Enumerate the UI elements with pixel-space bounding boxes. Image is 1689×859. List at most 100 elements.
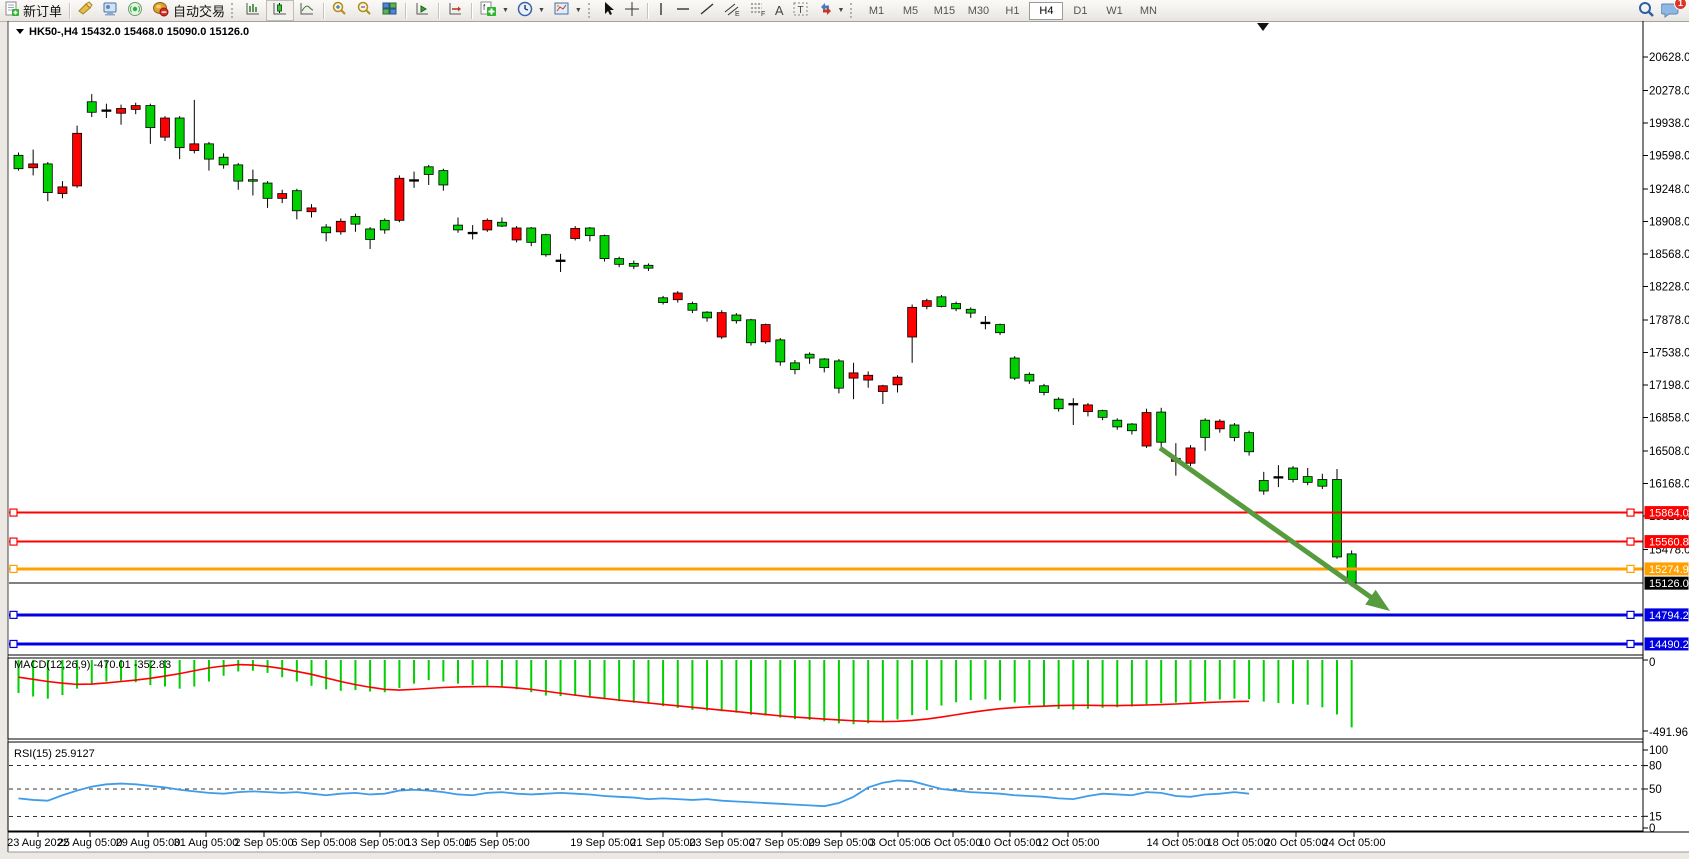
tile-windows-button[interactable] bbox=[377, 1, 402, 20]
history-center-button[interactable] bbox=[73, 1, 98, 20]
text-icon: A bbox=[775, 3, 784, 18]
candlestick bbox=[556, 260, 565, 262]
rsi-axis-label: 100 bbox=[1649, 745, 1668, 757]
price-axis-label: 16168.0 bbox=[1649, 479, 1689, 491]
autotrading-icon bbox=[152, 1, 170, 20]
tab-timeframe-w1[interactable]: W1 bbox=[1097, 2, 1131, 20]
date-axis-label: 23 Sep 05:00 bbox=[689, 837, 754, 849]
price-axis-label: 19598.0 bbox=[1649, 150, 1689, 162]
chart-window[interactable]: 20628.020278.019938.019598.019248.018908… bbox=[0, 21, 1689, 859]
candlestick-mode-button[interactable] bbox=[266, 0, 294, 21]
candlestick bbox=[1230, 425, 1239, 437]
date-axis-label: 31 Aug 05:00 bbox=[174, 837, 239, 849]
macd-axis-zero: 0 bbox=[1649, 657, 1655, 669]
vline-tool-button[interactable] bbox=[651, 1, 671, 20]
line-handle[interactable] bbox=[1627, 565, 1634, 572]
chart-shift-button[interactable] bbox=[442, 1, 468, 20]
candlestick bbox=[497, 222, 506, 226]
notification-badge: 1 bbox=[1674, 0, 1687, 10]
market-watch-button[interactable] bbox=[98, 1, 123, 20]
candlestick bbox=[29, 164, 38, 168]
bar-chart-mode-button[interactable] bbox=[240, 1, 266, 20]
svg-text:F: F bbox=[761, 11, 765, 17]
candlestick bbox=[1025, 374, 1034, 381]
new-order-label: 新订单 bbox=[23, 1, 62, 20]
auto-scroll-button[interactable] bbox=[409, 1, 435, 20]
price-axis-label: 18568.0 bbox=[1649, 249, 1689, 261]
candlestick bbox=[747, 320, 756, 343]
line-handle[interactable] bbox=[10, 538, 17, 545]
date-axis-label: 2 Sep 05:00 bbox=[234, 837, 293, 849]
date-axis-label: 15 Sep 05:00 bbox=[464, 837, 529, 849]
candlestick bbox=[454, 225, 463, 230]
channel-tool-button[interactable]: E bbox=[719, 1, 745, 20]
tab-timeframe-m30[interactable]: M30 bbox=[961, 2, 995, 20]
tab-timeframe-h1[interactable]: H1 bbox=[995, 2, 1029, 20]
candlestick bbox=[1274, 477, 1283, 479]
rsi-pane[interactable] bbox=[8, 742, 1643, 831]
date-axis-label: 20 Oct 05:00 bbox=[1265, 837, 1328, 849]
tab-timeframe-mn[interactable]: MN bbox=[1131, 2, 1165, 20]
main-toolbar: 新订单 自动交易 bbox=[0, 0, 1689, 22]
text-label-tool-button[interactable]: T bbox=[788, 1, 814, 20]
price-axis-label: 18908.0 bbox=[1649, 216, 1689, 228]
cursor-tool-button[interactable] bbox=[597, 1, 620, 20]
zoom-in-button[interactable] bbox=[327, 1, 352, 20]
periods-button[interactable]: ▼ bbox=[513, 1, 549, 20]
price-line-label: 15560.8 bbox=[1649, 537, 1689, 549]
horizontal-line-icon bbox=[675, 1, 691, 20]
date-axis-label: 14 Oct 05:00 bbox=[1147, 837, 1210, 849]
indicators-button[interactable]: f ▼ bbox=[475, 1, 513, 20]
line-handle[interactable] bbox=[1627, 509, 1634, 516]
candlestick bbox=[1127, 424, 1136, 431]
autotrading-button[interactable]: 自动交易 bbox=[148, 1, 229, 20]
candlestick bbox=[1186, 448, 1195, 463]
arrows-tool-button[interactable]: ▼ bbox=[814, 1, 849, 20]
fibonacci-tool-button[interactable]: F bbox=[745, 1, 771, 20]
date-axis-label: 6 Oct 05:00 bbox=[925, 837, 982, 849]
date-axis-label: 21 Sep 05:00 bbox=[630, 837, 695, 849]
zoom-out-button[interactable] bbox=[352, 1, 377, 20]
candlestick bbox=[424, 167, 433, 175]
tab-timeframe-m5[interactable]: M5 bbox=[893, 2, 927, 20]
templates-button[interactable]: ▼ bbox=[549, 1, 586, 20]
line-handle[interactable] bbox=[1627, 640, 1634, 647]
line-handle[interactable] bbox=[1627, 611, 1634, 618]
line-chart-mode-button[interactable] bbox=[294, 1, 320, 20]
line-handle[interactable] bbox=[1627, 538, 1634, 545]
templates-dropdown-arrow: ▼ bbox=[575, 7, 582, 14]
crosshair-tool-button[interactable] bbox=[620, 1, 644, 20]
line-handle[interactable] bbox=[10, 565, 17, 572]
candlestick bbox=[1245, 433, 1254, 452]
price-axis-label: 17198.0 bbox=[1649, 380, 1689, 392]
candlestick bbox=[761, 325, 770, 342]
new-order-button[interactable]: 新订单 bbox=[0, 1, 66, 20]
search-icon[interactable] bbox=[1637, 1, 1655, 21]
navigator-button[interactable] bbox=[123, 1, 148, 20]
price-axis-label: 16508.0 bbox=[1649, 446, 1689, 458]
svg-text:T: T bbox=[797, 5, 803, 16]
autotrading-label: 自动交易 bbox=[173, 1, 225, 20]
tab-timeframe-h4[interactable]: H4 bbox=[1029, 2, 1063, 20]
text-label-icon: T bbox=[792, 1, 810, 20]
indicators-icon: f bbox=[479, 1, 498, 20]
line-handle[interactable] bbox=[10, 611, 17, 618]
trendline-tool-button[interactable] bbox=[695, 1, 719, 20]
hline-tool-button[interactable] bbox=[671, 1, 695, 20]
line-handle[interactable] bbox=[10, 640, 17, 647]
text-tool-button[interactable]: A bbox=[771, 1, 788, 20]
candlestick bbox=[703, 312, 712, 318]
candlestick bbox=[541, 235, 550, 255]
price-axis-label: 17538.0 bbox=[1649, 347, 1689, 359]
date-axis-label: 25 Aug 05:00 bbox=[58, 837, 123, 849]
rsi-axis-label: 15 bbox=[1649, 811, 1662, 823]
tab-timeframe-d1[interactable]: D1 bbox=[1063, 2, 1097, 20]
candlestick bbox=[644, 265, 653, 268]
tab-timeframe-m1[interactable]: M1 bbox=[859, 2, 893, 20]
notifications-button[interactable]: 1 bbox=[1661, 1, 1681, 21]
line-handle[interactable] bbox=[10, 509, 17, 516]
candlestick bbox=[1303, 477, 1312, 483]
trendline-icon bbox=[699, 1, 715, 20]
date-axis-label: 29 Sep 05:00 bbox=[808, 837, 873, 849]
tab-timeframe-m15[interactable]: M15 bbox=[927, 2, 961, 20]
